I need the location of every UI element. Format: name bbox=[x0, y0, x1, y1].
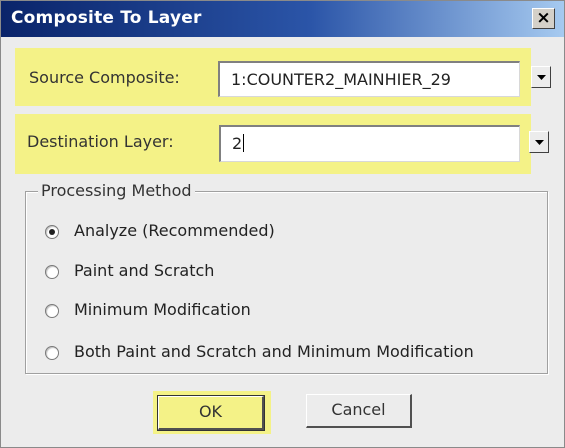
source-composite-label: Source Composite: bbox=[29, 68, 180, 87]
close-icon: × bbox=[536, 8, 551, 28]
radio-button[interactable] bbox=[45, 346, 59, 360]
chevron-down-icon bbox=[535, 140, 544, 145]
radio-label: Analyze (Recommended) bbox=[74, 221, 275, 240]
text-caret bbox=[243, 134, 245, 152]
radio-button[interactable] bbox=[45, 265, 59, 279]
radio-button[interactable] bbox=[45, 225, 59, 239]
source-composite-combobox[interactable]: 1:COUNTER2_MAINHIER_29 bbox=[218, 61, 520, 97]
chevron-down-icon bbox=[537, 75, 546, 80]
destination-layer-label: Destination Layer: bbox=[27, 132, 174, 151]
source-composite-value: 1:COUNTER2_MAINHIER_29 bbox=[231, 70, 451, 89]
title-bar[interactable]: Composite To Layer × bbox=[1, 1, 564, 37]
radio-label: Minimum Modification bbox=[74, 300, 251, 319]
cancel-button[interactable]: Cancel bbox=[306, 394, 412, 428]
destination-layer-value: 2 bbox=[232, 134, 243, 153]
radio-button[interactable] bbox=[45, 304, 59, 318]
source-composite-dropdown-button[interactable] bbox=[531, 66, 551, 88]
composite-to-layer-dialog: Composite To Layer × Source Composite: 1… bbox=[0, 0, 565, 448]
destination-layer-combobox[interactable]: 2 bbox=[219, 125, 520, 162]
processing-method-title: Processing Method bbox=[38, 181, 195, 200]
ok-button[interactable]: OK bbox=[157, 395, 265, 431]
radio-label: Paint and Scratch bbox=[74, 261, 215, 280]
radio-label: Both Paint and Scratch and Minimum Modif… bbox=[74, 342, 474, 361]
close-button[interactable]: × bbox=[532, 8, 555, 29]
window-title: Composite To Layer bbox=[11, 8, 202, 28]
destination-layer-dropdown-button[interactable] bbox=[529, 131, 549, 153]
